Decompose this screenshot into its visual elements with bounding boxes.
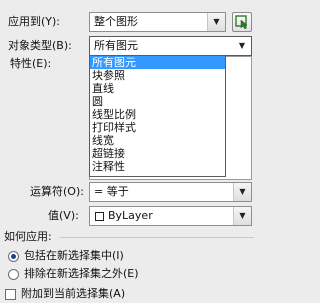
include-radio[interactable] <box>8 251 19 262</box>
how-to-apply-label: 如何应用: <box>4 230 52 243</box>
color-swatch-icon <box>95 212 104 221</box>
object-type-dropdown[interactable]: 所有图元 块参照 直线 圆 线型比例 打印样式 线宽 超链接 注释性 <box>89 55 226 177</box>
dropdown-option[interactable]: 块参照 <box>90 69 225 82</box>
group-divider <box>60 237 254 238</box>
dropdown-option[interactable]: 直线 <box>90 82 225 95</box>
dropdown-option[interactable]: 圆 <box>90 95 225 108</box>
chevron-down-icon[interactable]: ▼ <box>233 207 251 225</box>
chevron-down-icon[interactable]: ▼ <box>207 13 225 31</box>
object-type-label: 对象类型(B): <box>8 39 72 52</box>
apply-to-value: 整个图形 <box>94 15 138 28</box>
dropdown-option[interactable]: 超链接 <box>90 147 225 160</box>
value-label: 值(V): <box>48 209 79 222</box>
exclude-label[interactable]: 排除在新选择集之外(E) <box>24 267 139 281</box>
operator-label: 运算符(O): <box>30 185 84 198</box>
dropdown-option[interactable]: 所有图元 <box>90 56 225 69</box>
apply-to-select[interactable]: 整个图形 ▼ <box>89 12 226 32</box>
object-type-value: 所有图元 <box>94 39 138 52</box>
chevron-down-icon[interactable]: ▼ <box>233 37 251 55</box>
operator-select[interactable]: = 等于 ▼ <box>89 182 252 202</box>
dropdown-option[interactable]: 线型比例 <box>90 108 225 121</box>
dropdown-option[interactable]: 打印样式 <box>90 121 225 134</box>
value-select[interactable]: ByLayer ▼ <box>89 206 252 226</box>
properties-label: 特性(E): <box>10 57 52 70</box>
operator-value: = 等于 <box>94 185 129 198</box>
chevron-down-icon[interactable]: ▼ <box>233 183 251 201</box>
select-objects-icon <box>235 15 248 30</box>
append-label[interactable]: 附加到当前选择集(A) <box>21 287 125 301</box>
exclude-radio[interactable] <box>8 269 19 280</box>
value-text: ByLayer <box>108 209 153 222</box>
object-type-select[interactable]: 所有图元 ▼ <box>89 36 252 56</box>
append-checkbox[interactable] <box>5 289 16 300</box>
apply-to-label: 应用到(Y): <box>8 15 61 28</box>
dropdown-option[interactable]: 注释性 <box>90 160 225 173</box>
quick-select-objects-button[interactable] <box>232 12 252 32</box>
include-label[interactable]: 包括在新选择集中(I) <box>24 249 124 263</box>
dropdown-option[interactable]: 线宽 <box>90 134 225 147</box>
